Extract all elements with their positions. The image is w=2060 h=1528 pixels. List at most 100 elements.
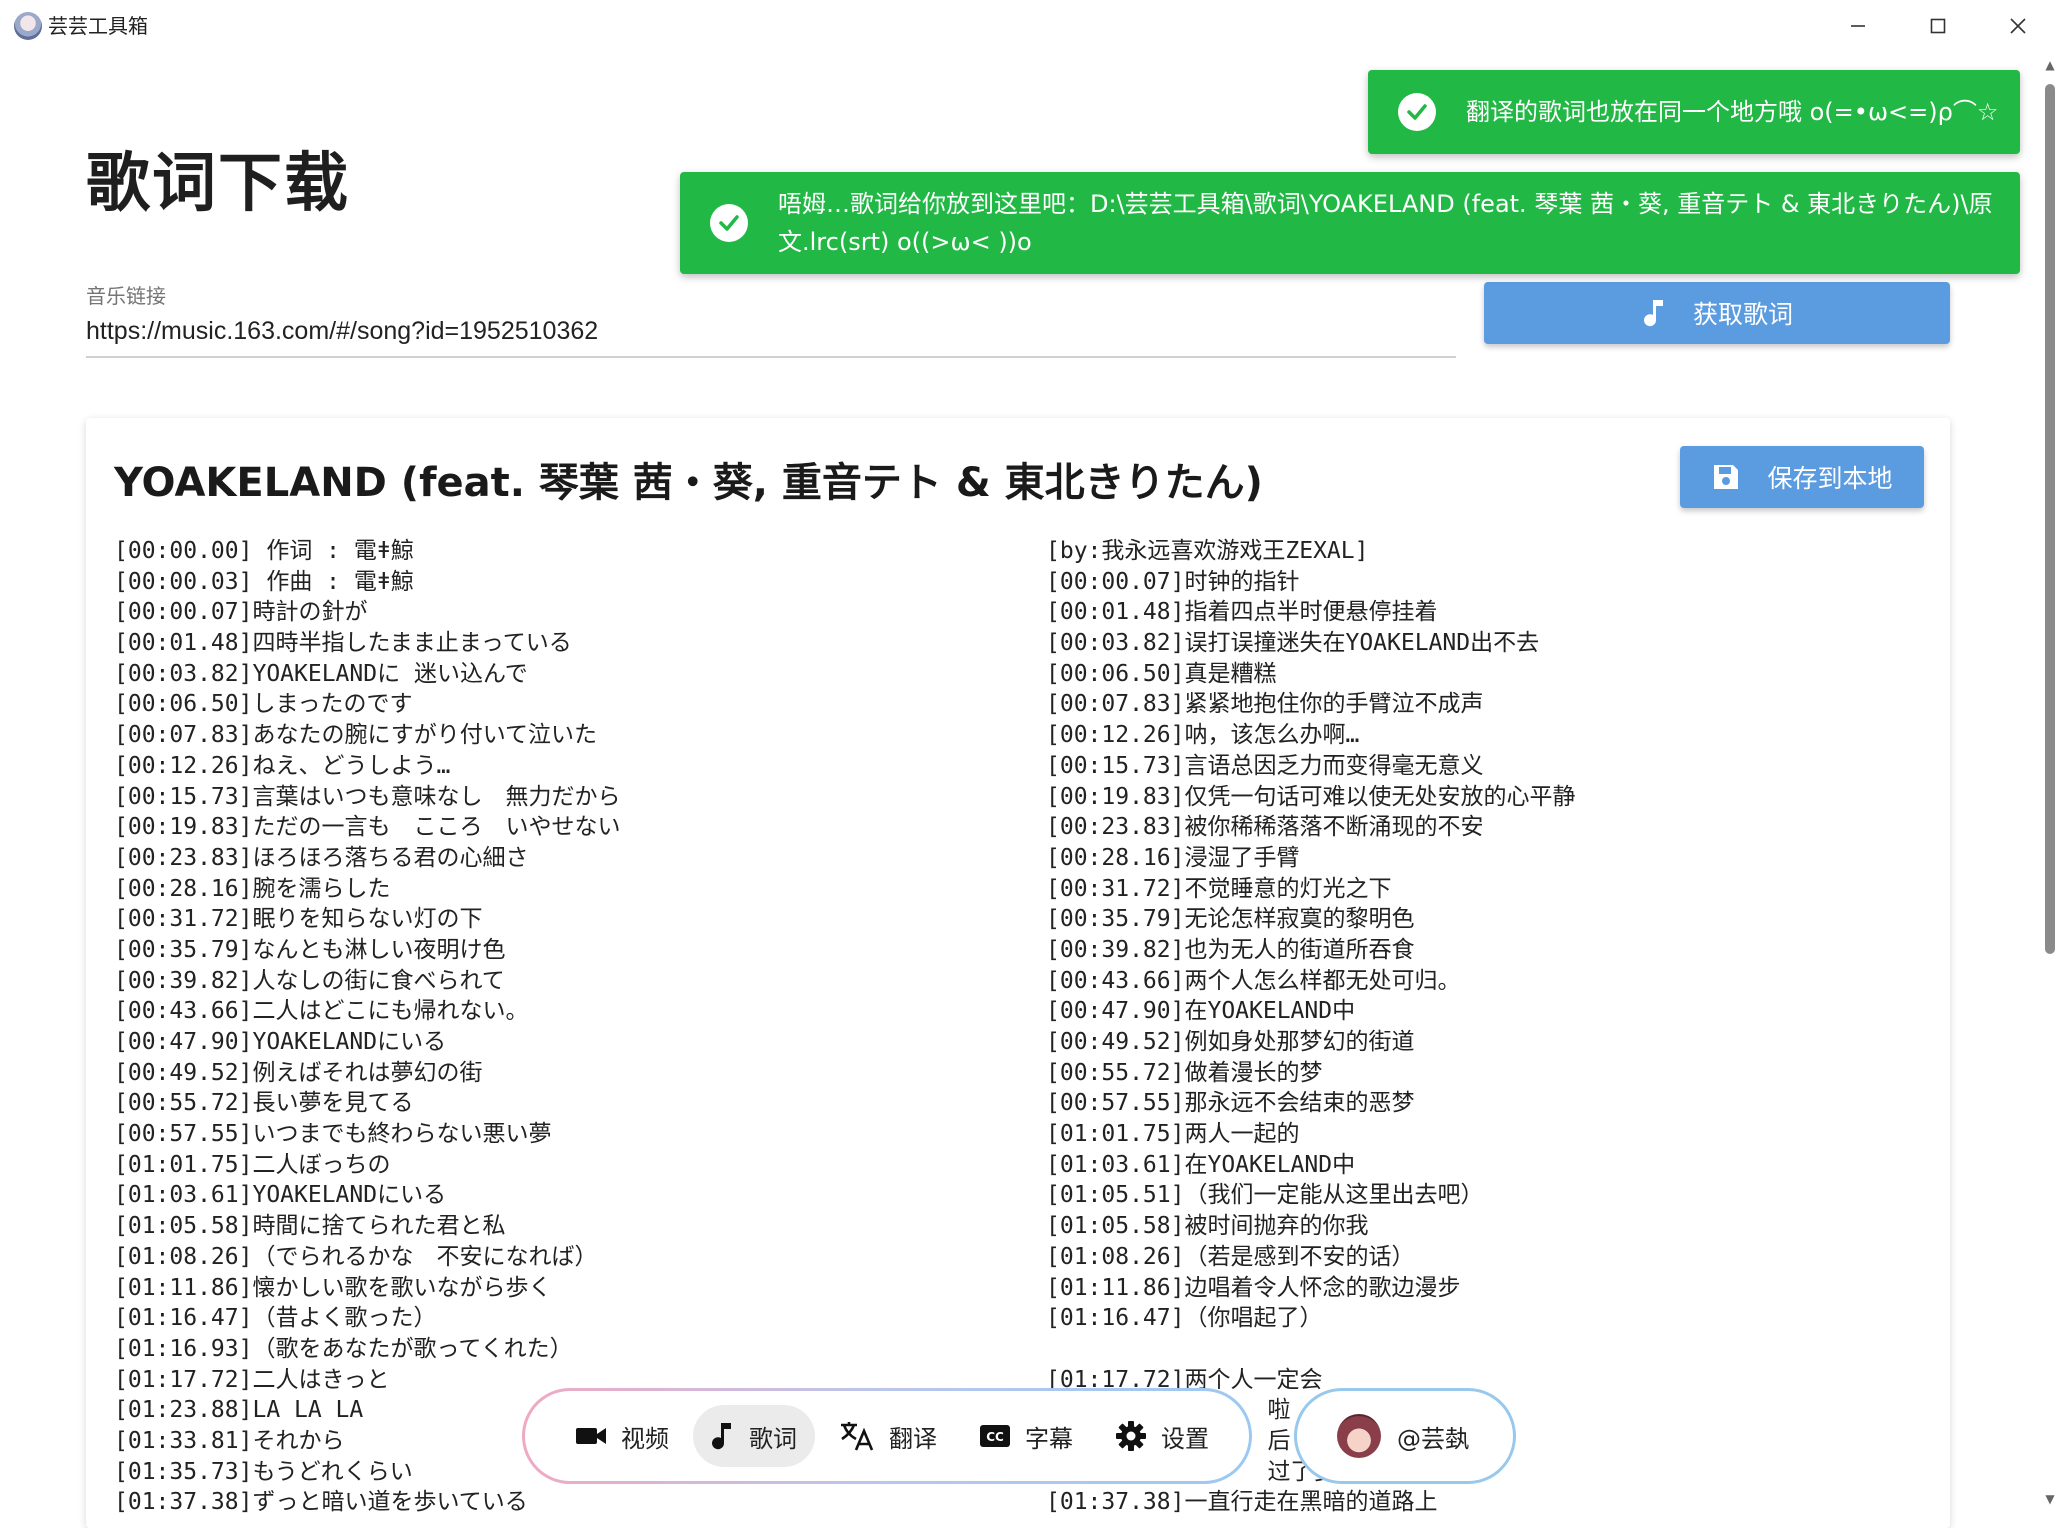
video-camera-icon [575,1424,607,1448]
lyric-line: [00:35.79]无论怎样寂寞的黎明色 [1046,906,1415,933]
close-button[interactable] [1978,0,2058,52]
check-circle-icon [1398,93,1436,131]
lyric-line: [00:00.07]時計の針が [114,599,368,626]
lyric-line: [01:01.75]二人ぼっちの [114,1151,391,1178]
scroll-thumb[interactable] [2045,84,2055,954]
nav-item-label: 歌词 [749,1424,797,1453]
lyric-line: [00:00.07]时钟的指针 [1046,568,1300,595]
lyric-line: [00:06.50]真是糟糕 [1046,660,1277,687]
lyric-line: [01:11.86]边唱着令人怀念的歌边漫步 [1046,1274,1461,1301]
maximize-button[interactable] [1898,0,1978,52]
lyric-line: [00:55.72]長い夢を見てる [114,1090,414,1117]
close-icon [2010,18,2026,34]
lyric-line [1046,1334,1575,1365]
lyric-line: [00:03.82]YOAKELANDに 迷い込んで [114,660,528,687]
fetch-lyrics-button[interactable]: 获取歌词 [1484,282,1950,344]
translated-lyrics: [by:我永远喜欢游戏王ZEXAL] [00:00.07]时钟的指针 [00:01.… [1046,536,1575,1518]
lyric-line: [00:28.16]腕を濡らした [114,875,391,902]
lyric-line: [00:23.83]被你稀稀落落不断涌现的不安 [1046,814,1484,841]
lyric-line: [00:49.52]例えばそれは夢幻の街 [114,1059,483,1086]
page-title: 歌词下载 [86,147,350,221]
bottom-nav: 视频 歌词 翻译 CC 字幕 设置 [522,1388,1252,1484]
nav-item-subtitles[interactable]: CC 字幕 [961,1405,1091,1467]
save-to-local-button[interactable]: 保存到本地 [1680,446,1924,508]
check-circle-icon [710,204,748,242]
lyric-line: [01:16.47]（昔よく歌った） [114,1305,437,1332]
lyric-line: [01:37.38]一直行走在黑暗的道路上 [1046,1489,1438,1516]
lyric-line: [00:03.82]误打误撞迷失在YOAKELAND出不去 [1046,630,1540,657]
user-profile-button[interactable]: @芸埶 [1294,1388,1516,1484]
nav-item-video[interactable]: 视频 [557,1405,687,1467]
lyric-line: [01:03.61]YOAKELANDにいる [114,1182,447,1209]
lyric-line: [00:57.55]那永远不会结束的恶梦 [1046,1090,1415,1117]
lyric-line: [00:31.72]眠りを知らない灯の下 [114,906,483,933]
window-title: 芸芸工具箱 [48,14,148,38]
lyric-line: [00:28.16]浸湿了手臂 [1046,844,1300,871]
lyric-line: [00:00.03] 作曲 : 電ǂ鯨 [114,568,414,595]
lyric-line: [00:35.79]なんとも淋しい夜明け色 [114,936,506,963]
lyric-line: [00:43.66]二人はどこにも帰れない。 [114,998,529,1025]
scroll-up-arrow-icon[interactable]: ▲ [2043,58,2057,72]
toast-notification: 翻译的歌词也放在同一个地方哦 o(=•ω<=)ρ⌒☆ [1368,70,2020,154]
lyric-line: [00:55.72]做着漫长的梦 [1046,1059,1323,1086]
lyric-line: [01:08.26]（若是感到不安的话） [1046,1243,1415,1270]
minimize-icon [1851,25,1865,27]
lyric-line: [00:47.90]在YOAKELAND中 [1046,998,1356,1025]
scroll-down-arrow-icon[interactable]: ▼ [2043,1492,2057,1506]
toast-message: 翻译的歌词也放在同一个地方哦 o(=•ω<=)ρ⌒☆ [1466,98,1999,126]
toast-notification: 唔姆…歌词给你放到这里吧：D:\芸芸工具箱\歌词\YOAKELAND (feat… [680,172,2020,274]
music-link-label: 音乐链接 [86,284,166,308]
lyric-line: [01:03.61]在YOAKELAND中 [1046,1151,1356,1178]
lyric-line: [01:08.26]（でられるかな 不安になれば） [114,1243,598,1270]
lyric-line: [01:05.51]（我们一定能从这里出去吧） [1046,1182,1484,1209]
app-icon [14,12,42,40]
nav-item-settings[interactable]: 设置 [1097,1405,1227,1467]
nav-item-label: 翻译 [889,1424,937,1453]
lyric-line: [00:43.66]两个人怎么样都无处可归。 [1046,967,1461,994]
lyric-line: [01:05.58]被时间抛弃的你我 [1046,1213,1369,1240]
lyric-line: [00:01.48]指着四点半时便悬停挂着 [1046,599,1438,626]
original-lyrics: [00:00.00] 作词 : 電ǂ鯨 [00:00.03] 作曲 : 電ǂ鯨 [0… [114,536,620,1518]
nav-item-translate[interactable]: 翻译 [821,1405,955,1467]
lyric-line: [00:23.83]ほろほろ落ちる君の心細さ [114,844,529,871]
lyric-line: [01:05.58]時間に捨てられた君と私 [114,1213,506,1240]
nav-item-lyrics[interactable]: 歌词 [693,1405,815,1467]
maximize-icon [1930,18,1946,34]
fetch-lyrics-label: 获取歌词 [1692,300,1793,329]
lyric-line: [00:57.55]いつまでも終わらない悪い夢 [114,1121,552,1148]
music-note-icon [1641,298,1667,328]
lyric-line: [00:07.83]紧紧地抱住你的手臂泣不成声 [1046,691,1484,718]
lyric-line: [00:31.72]不觉睡意的灯光之下 [1046,875,1392,902]
toast-message: 唔姆…歌词给你放到这里吧：D:\芸芸工具箱\歌词\YOAKELAND (feat… [778,190,1993,256]
lyric-line: [00:01.48]四時半指したまま止まっている [114,630,572,657]
lyric-line: [00:12.26]呐，该怎么办啊… [1046,722,1360,749]
avatar [1337,1414,1381,1458]
title-bar: 芸芸工具箱 [0,0,2060,52]
lyric-line: [00:19.83]仅凭一句话可难以使无处安放的心平静 [1046,783,1576,810]
gear-icon [1115,1420,1147,1452]
lyric-line: [00:49.52]例如身处那梦幻的街道 [1046,1029,1415,1055]
lyric-line: [00:15.73]言葉はいつも意味なし 無力だから [114,783,621,810]
translate-icon [839,1420,875,1452]
lyric-line: [by:我永远喜欢游戏王ZEXAL] [1046,538,1369,564]
lyric-line: [00:47.90]YOAKELANDにいる [114,1029,447,1055]
lyric-line: [01:11.86]懐かしい歌を歌いながら歩く [114,1274,552,1301]
minimize-button[interactable] [1818,0,1898,52]
lyric-line: [01:37.38]ずっと暗い道を歩いている [114,1489,528,1516]
svg-text:CC: CC [986,1430,1004,1444]
lyric-line: [01:01.75]两人一起的 [1046,1121,1300,1148]
lyric-line: [00:15.73]言语总因乏力而变得毫无意义 [1046,752,1484,779]
lyric-line: [00:07.83]あなたの腕にすがり付いて泣いた [114,722,598,749]
nav-item-label: 视频 [621,1424,669,1453]
save-to-local-label: 保存到本地 [1767,464,1893,493]
lyric-line: [00:39.82]也为无人的街道所吞食 [1046,936,1415,963]
lyric-line: [00:00.00] 作词 : 電ǂ鯨 [114,538,414,564]
nav-item-label: 设置 [1161,1424,1209,1453]
song-title: YOAKELAND (feat. 琴葉 茜・葵, 重音テト & 東北きりたん) [114,460,1263,506]
lyric-line: [01:17.72]二人はきっと [114,1366,390,1393]
music-link-input[interactable] [86,306,1456,358]
lyric-line: [01:16.47]（你唱起了） [1046,1305,1323,1332]
nav-item-label: 字幕 [1025,1424,1073,1453]
lyric-line: [00:39.82]人なしの街に食べられて [114,967,505,994]
vertical-scrollbar[interactable]: ▲ ▼ [2040,52,2060,1516]
